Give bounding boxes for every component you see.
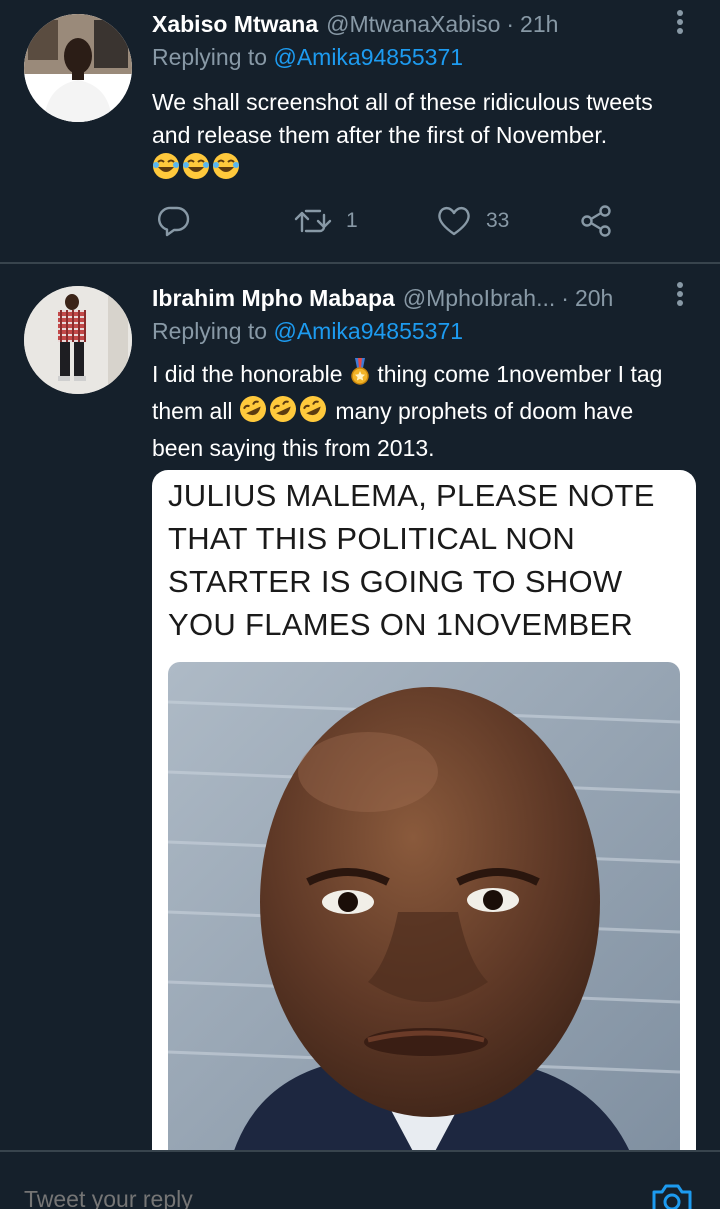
reply-icon	[158, 206, 190, 237]
timestamp[interactable]: 21h	[520, 11, 558, 38]
heart-icon	[438, 206, 470, 236]
more-vertical-icon[interactable]	[670, 10, 690, 40]
avatar-image	[24, 286, 132, 394]
media-photo[interactable]	[168, 662, 680, 1170]
retweet-count: 1	[346, 209, 358, 232]
timestamp[interactable]: 20h	[575, 285, 613, 312]
author-name[interactable]: Xabiso Mtwana	[152, 11, 318, 38]
reply-composer	[0, 1150, 720, 1209]
share-button[interactable]	[578, 198, 614, 244]
camera-icon[interactable]	[650, 1180, 694, 1209]
reply-button[interactable]	[156, 198, 192, 244]
mention-link[interactable]: @Amika94855371	[273, 44, 463, 70]
rofl-emoji	[239, 395, 329, 432]
laughing-emoji	[152, 152, 242, 189]
separator-dot: ·	[506, 10, 515, 37]
like-count: 33	[486, 209, 510, 232]
share-icon	[581, 205, 611, 237]
more-vertical-icon[interactable]	[670, 282, 690, 312]
replying-to: Replying to @Amika94855371	[152, 44, 463, 71]
like-button[interactable]: 33	[436, 198, 509, 244]
author-handle[interactable]: @MtwanaXabiso	[326, 11, 500, 38]
separator-dot: ·	[561, 284, 569, 311]
media-caption: JULIUS MALEMA, PLEASE NOTE THAT THIS POL…	[168, 478, 655, 642]
author-name[interactable]: Ibrahim Mpho Mabapa	[152, 285, 395, 312]
author-handle[interactable]: @MphoIbrah...	[403, 285, 555, 312]
avatar[interactable]	[24, 286, 132, 394]
retweet-icon	[294, 209, 332, 233]
tweet-ibrahim[interactable]: Ibrahim Mpho Mabapa @MphoIbrah... · 20h …	[0, 264, 720, 1170]
portrait-photo	[168, 662, 680, 1170]
retweet-button[interactable]: 1	[294, 198, 358, 244]
conversation-page: Xabiso Mtwana @MtwanaXabiso · 21h Replyi…	[0, 0, 720, 1209]
replying-to: Replying to @Amika94855371	[152, 318, 463, 345]
avatar-image	[24, 14, 132, 122]
replying-label: Replying to	[152, 44, 268, 70]
tweet-text: We shall screenshot all of these ridicul…	[152, 86, 672, 189]
replying-label: Replying to	[152, 318, 268, 344]
tweet-text-content: We shall screenshot all of these ridicul…	[152, 89, 653, 148]
tweet-text-part1: I did the honorable	[152, 361, 343, 387]
tweet-actions: 1 33	[152, 198, 632, 244]
tweet-header: Xabiso Mtwana @MtwanaXabiso · 21h	[152, 6, 660, 42]
tweet-xabiso[interactable]: Xabiso Mtwana @MtwanaXabiso · 21h Replyi…	[0, 0, 720, 262]
tweet-text: I did the honorable thing come 1november…	[152, 358, 672, 465]
medal-emoji	[349, 358, 371, 395]
avatar[interactable]	[24, 14, 132, 122]
reply-input[interactable]	[24, 1186, 524, 1209]
mention-link[interactable]: @Amika94855371	[273, 318, 463, 344]
tweet-header: Ibrahim Mpho Mabapa @MphoIbrah... · 20h	[152, 280, 660, 316]
tweet-media[interactable]: JULIUS MALEMA, PLEASE NOTE THAT THIS POL…	[152, 470, 696, 1170]
